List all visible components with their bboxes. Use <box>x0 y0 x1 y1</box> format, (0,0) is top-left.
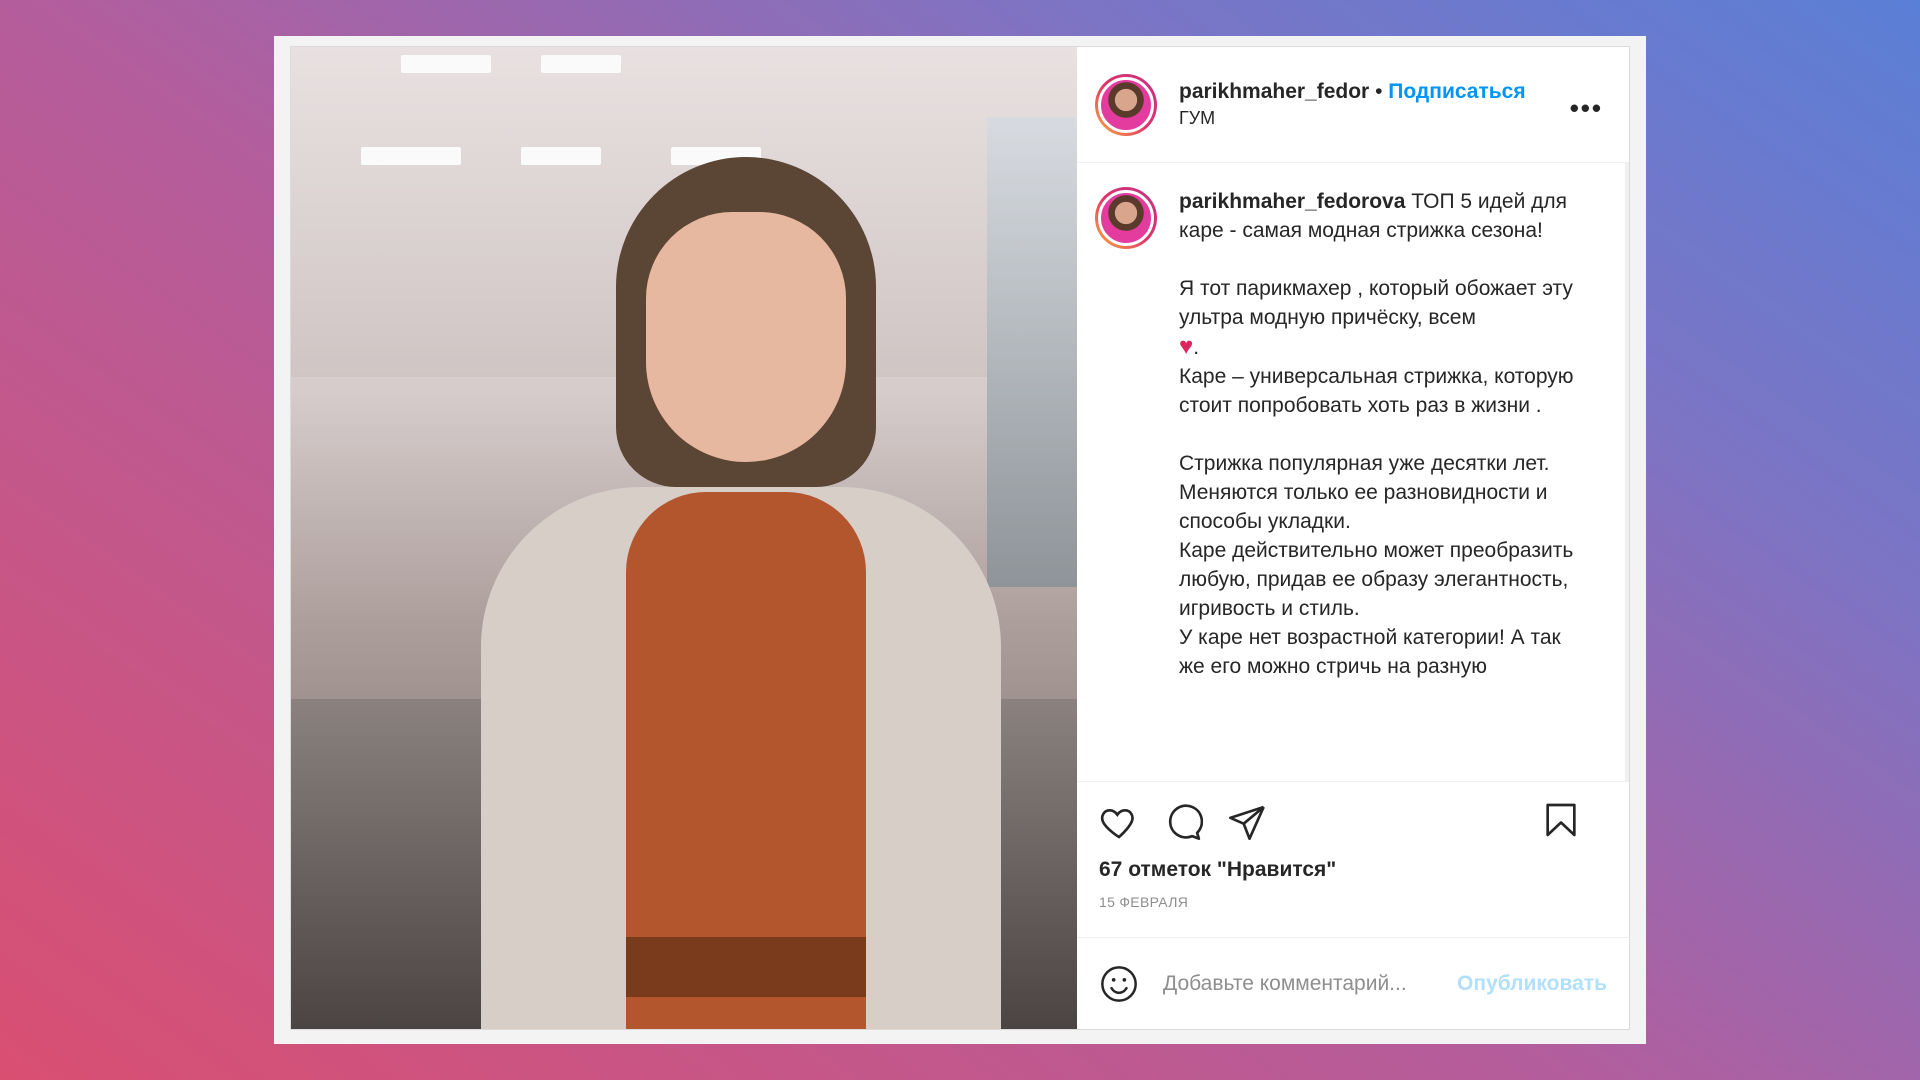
post-header: parikhmaher_fedor • Подписаться ГУМ ••• <box>1077 47 1629 163</box>
publish-button[interactable]: Опубликовать <box>1457 972 1607 996</box>
heart-emoji-icon: ♥ <box>1179 333 1194 360</box>
author-username[interactable]: parikhmaher_fedor <box>1179 80 1369 103</box>
follow-button[interactable]: Подписаться <box>1388 80 1525 103</box>
caption-scrollbar[interactable] <box>1625 163 1629 781</box>
caption-line: Каре – универсальная стрижка, которую ст… <box>1179 365 1574 417</box>
caption-line: . <box>1193 336 1200 359</box>
caption-line: Я тот парикмахер , который обожает эту у… <box>1179 277 1573 329</box>
post-photo[interactable] <box>291 47 1077 1029</box>
bookmark-icon[interactable] <box>1541 800 1581 840</box>
more-options-icon[interactable]: ••• <box>1570 93 1603 124</box>
location-link[interactable]: ГУМ <box>1179 108 1526 129</box>
caption-text: parikhmaher_fedorova ТОП 5 идей для каре… <box>1179 187 1579 781</box>
likes-count[interactable]: 67 отметок "Нравится" <box>1099 858 1611 882</box>
comment-input[interactable]: Добавьте комментарий... <box>1163 972 1457 996</box>
caption-avatar[interactable] <box>1095 187 1157 249</box>
post-date: 15 ФЕВРАЛЯ <box>1099 894 1189 910</box>
comment-icon[interactable] <box>1163 802 1203 842</box>
caption-line: Стрижка популярная уже десятки лет. Меня… <box>1179 452 1550 533</box>
post-sidebar: parikhmaher_fedor • Подписаться ГУМ ••• … <box>1077 47 1629 1029</box>
caption-area: parikhmaher_fedorova ТОП 5 идей для каре… <box>1077 163 1629 781</box>
heart-icon[interactable] <box>1099 802 1139 842</box>
caption-line: Каре действительно может преобразить люб… <box>1179 539 1574 620</box>
comment-bar: Добавьте комментарий... Опубликовать <box>1077 937 1629 1029</box>
caption-username[interactable]: parikhmaher_fedorova <box>1179 190 1405 213</box>
share-icon[interactable] <box>1227 802 1267 842</box>
header-separator: • <box>1375 80 1383 103</box>
author-avatar[interactable] <box>1095 73 1157 136</box>
caption-line: У каре нет возрастной категории! А так ж… <box>1179 626 1561 678</box>
instagram-post: parikhmaher_fedor • Подписаться ГУМ ••• … <box>290 46 1630 1030</box>
screenshot-frame: parikhmaher_fedor • Подписаться ГУМ ••• … <box>274 36 1646 1044</box>
action-bar: 67 отметок "Нравится" 15 ФЕВРАЛЯ <box>1077 781 1629 937</box>
emoji-icon[interactable] <box>1099 964 1139 1004</box>
